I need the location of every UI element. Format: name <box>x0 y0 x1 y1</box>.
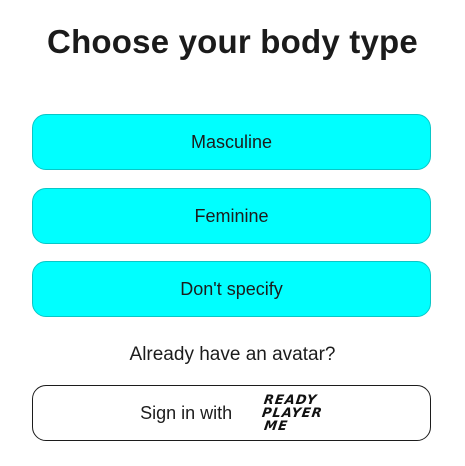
existing-avatar-prompt: Already have an avatar? <box>129 344 336 365</box>
body-type-page: Choose your body type Masculine Feminine… <box>0 0 465 466</box>
logo-line-ready: READY <box>262 392 319 408</box>
logo-line-player: PLAYER <box>261 405 324 421</box>
masculine-button[interactable]: Masculine <box>32 114 431 170</box>
page-title: Choose your body type <box>47 23 418 60</box>
logo-line-me: ME <box>263 418 290 434</box>
dont-specify-button[interactable]: Don't specify <box>32 261 431 317</box>
sign-in-ready-player-me-button[interactable]: Sign in with READY PLAYER ME <box>32 385 431 441</box>
ready-player-me-logo: READY PLAYER ME <box>259 392 325 434</box>
sign-in-label: Sign in with <box>140 402 233 423</box>
feminine-button[interactable]: Feminine <box>32 188 431 244</box>
